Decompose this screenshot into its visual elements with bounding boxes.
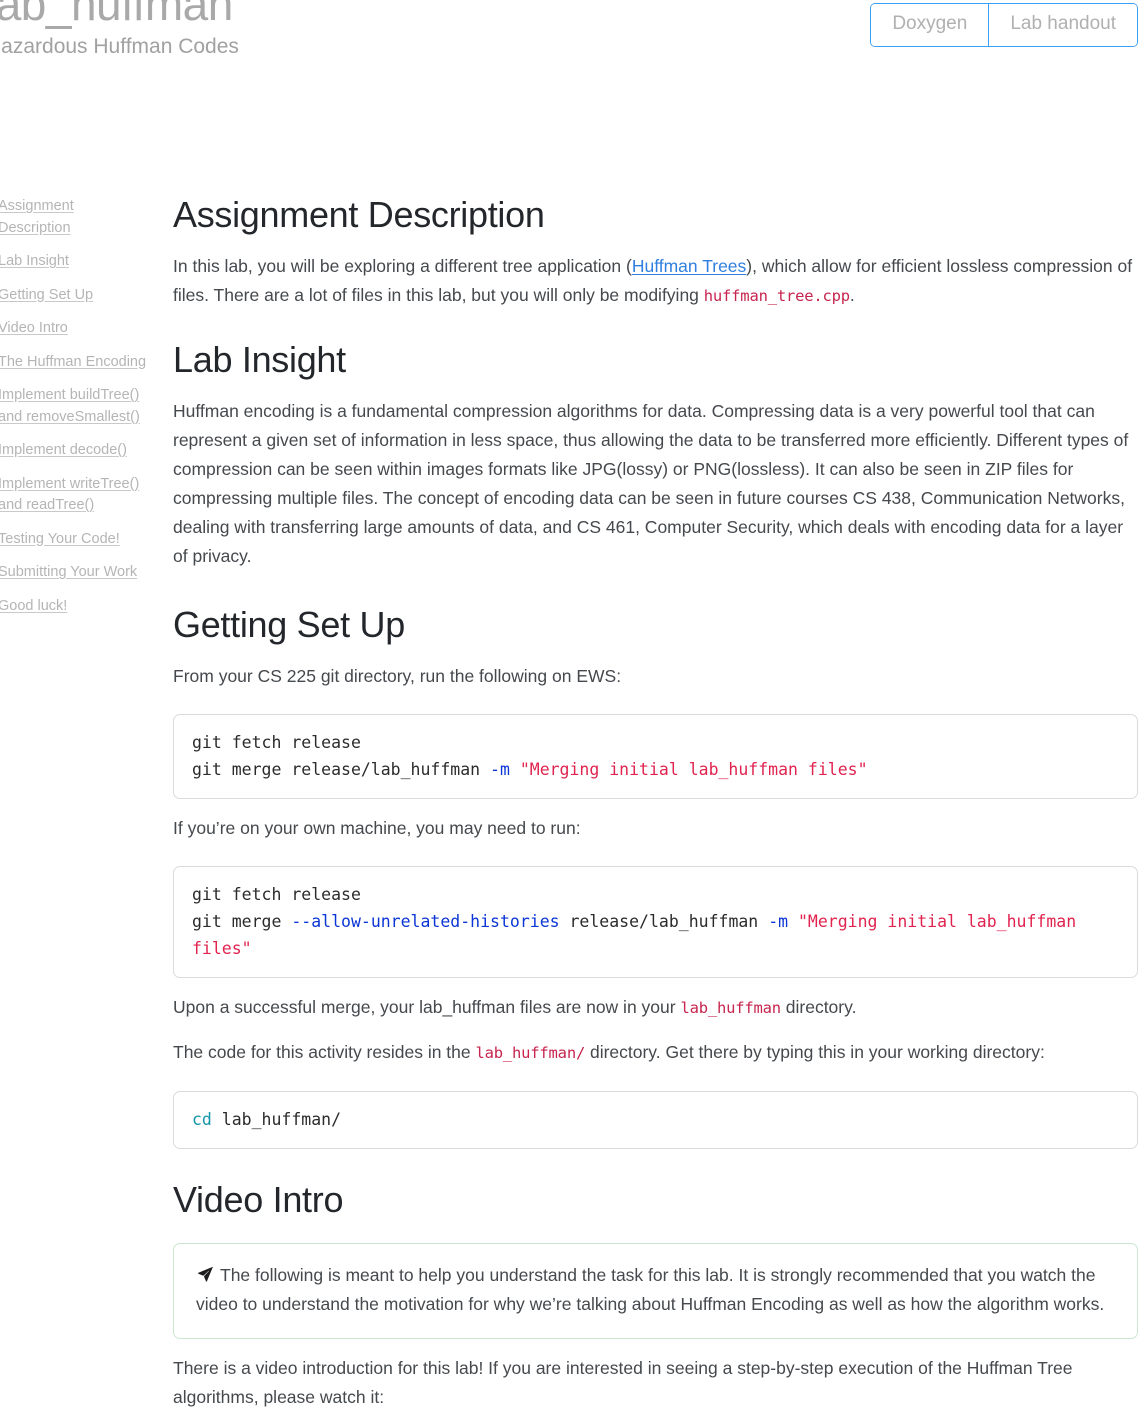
sidebar-item-submitting-your-work[interactable]: Submitting Your Work: [0, 562, 148, 584]
heading-lab-insight: Lab Insight: [173, 339, 346, 380]
huffman-tree-cpp-code: huffman_tree.cpp: [703, 287, 850, 305]
code2-line-2-target: release/lab_huffman: [559, 912, 769, 931]
after-merge-text-part-2: directory.: [780, 997, 857, 1017]
paragraph-own-machine: If you’re on your own machine, you may n…: [173, 818, 581, 838]
video-intro-note-box: The following is meant to help you under…: [173, 1243, 1138, 1339]
sidebar-item-lab-insight[interactable]: Lab Insight: [0, 251, 148, 273]
heading-getting-set-up: Getting Set Up: [173, 604, 405, 645]
code-flag-m: -m: [490, 760, 510, 779]
sidebar-item-good-luck[interactable]: Good luck!: [0, 596, 148, 618]
paragraph-after-merge: Upon a successful merge, your lab_huffma…: [173, 993, 1138, 1023]
code2-line-2-command: git merge: [192, 912, 292, 931]
main-content: Assignment Description In this lab, you …: [173, 0, 1138, 1412]
code-string-message: "Merging initial lab_huffman files": [509, 760, 868, 779]
paper-plane-icon: [196, 1263, 215, 1282]
sidebar-item-implement-buildtree[interactable]: Implement buildTree() and removeSmallest…: [0, 385, 148, 428]
code2-flag-m: -m: [768, 912, 789, 931]
assignment-text-part-1: In this lab, you will be exploring a dif…: [173, 256, 632, 276]
code-line-2-command: git merge release/lab_huffman: [192, 760, 491, 779]
paragraph-lab-insight: Huffman encoding is a fundamental compre…: [173, 401, 1129, 566]
code-block-git-merge-unrelated[interactable]: git fetch release git merge --allow-unre…: [173, 866, 1138, 978]
paragraph-assignment-description: In this lab, you will be exploring a dif…: [173, 252, 1138, 311]
lab-huffman-dir-code: lab_huffman/: [475, 1044, 586, 1062]
paragraph-video-closing: There is a video introduction for this l…: [173, 1358, 1073, 1407]
sidebar-item-video-intro[interactable]: Video Intro: [0, 318, 148, 340]
video-intro-note-text-wrapper: The following is meant to help you under…: [196, 1261, 1115, 1319]
code2-line-1: git fetch release: [192, 885, 361, 904]
code-resides-text-part-2: directory. Get there by typing this in y…: [585, 1042, 1045, 1062]
sidebar-toc: Assignment Description Lab Insight Getti…: [0, 196, 148, 629]
code-block-cd-lab-huffman[interactable]: cd lab_huffman/: [173, 1091, 1138, 1149]
sidebar-item-the-huffman-encoding[interactable]: The Huffman Encoding: [0, 352, 148, 374]
code-resides-text-part-1: The code for this activity resides in th…: [173, 1042, 476, 1062]
sidebar-item-implement-writetree[interactable]: Implement writeTree() and readTree(): [0, 474, 148, 517]
code-block-git-merge-ews[interactable]: git fetch release git merge release/lab_…: [173, 714, 1138, 799]
code-arg-lab-huffman-dir: lab_huffman/: [211, 1110, 342, 1129]
huffman-trees-link[interactable]: Huffman Trees: [632, 256, 746, 276]
assignment-text-part-3: .: [849, 285, 855, 305]
code-line-1: git fetch release: [192, 733, 361, 752]
heading-assignment-description: Assignment Description: [173, 194, 545, 235]
video-intro-note-text: The following is meant to help you under…: [196, 1265, 1105, 1314]
sidebar-item-testing-your-code[interactable]: Testing Your Code!: [0, 529, 148, 551]
paragraph-code-resides: The code for this activity resides in th…: [173, 1038, 1138, 1068]
sidebar-item-implement-decode[interactable]: Implement decode(): [0, 440, 148, 462]
sidebar-item-assignment-description[interactable]: Assignment Description: [0, 196, 148, 239]
after-merge-text-part-1: Upon a successful merge, your lab_huffma…: [173, 997, 681, 1017]
lab-huffman-code: lab_huffman: [680, 999, 781, 1017]
paragraph-getting-set-up-intro: From your CS 225 git directory, run the …: [173, 666, 622, 686]
heading-video-intro: Video Intro: [173, 1179, 344, 1220]
code-flag-allow-unrelated-histories: --allow-unrelated-histories: [291, 912, 560, 931]
page-layout: lab_huffman Hazardous Huffman Codes Doxy…: [0, 0, 1138, 1407]
code-command-cd: cd: [192, 1110, 212, 1129]
sidebar-item-getting-set-up[interactable]: Getting Set Up: [0, 285, 148, 307]
